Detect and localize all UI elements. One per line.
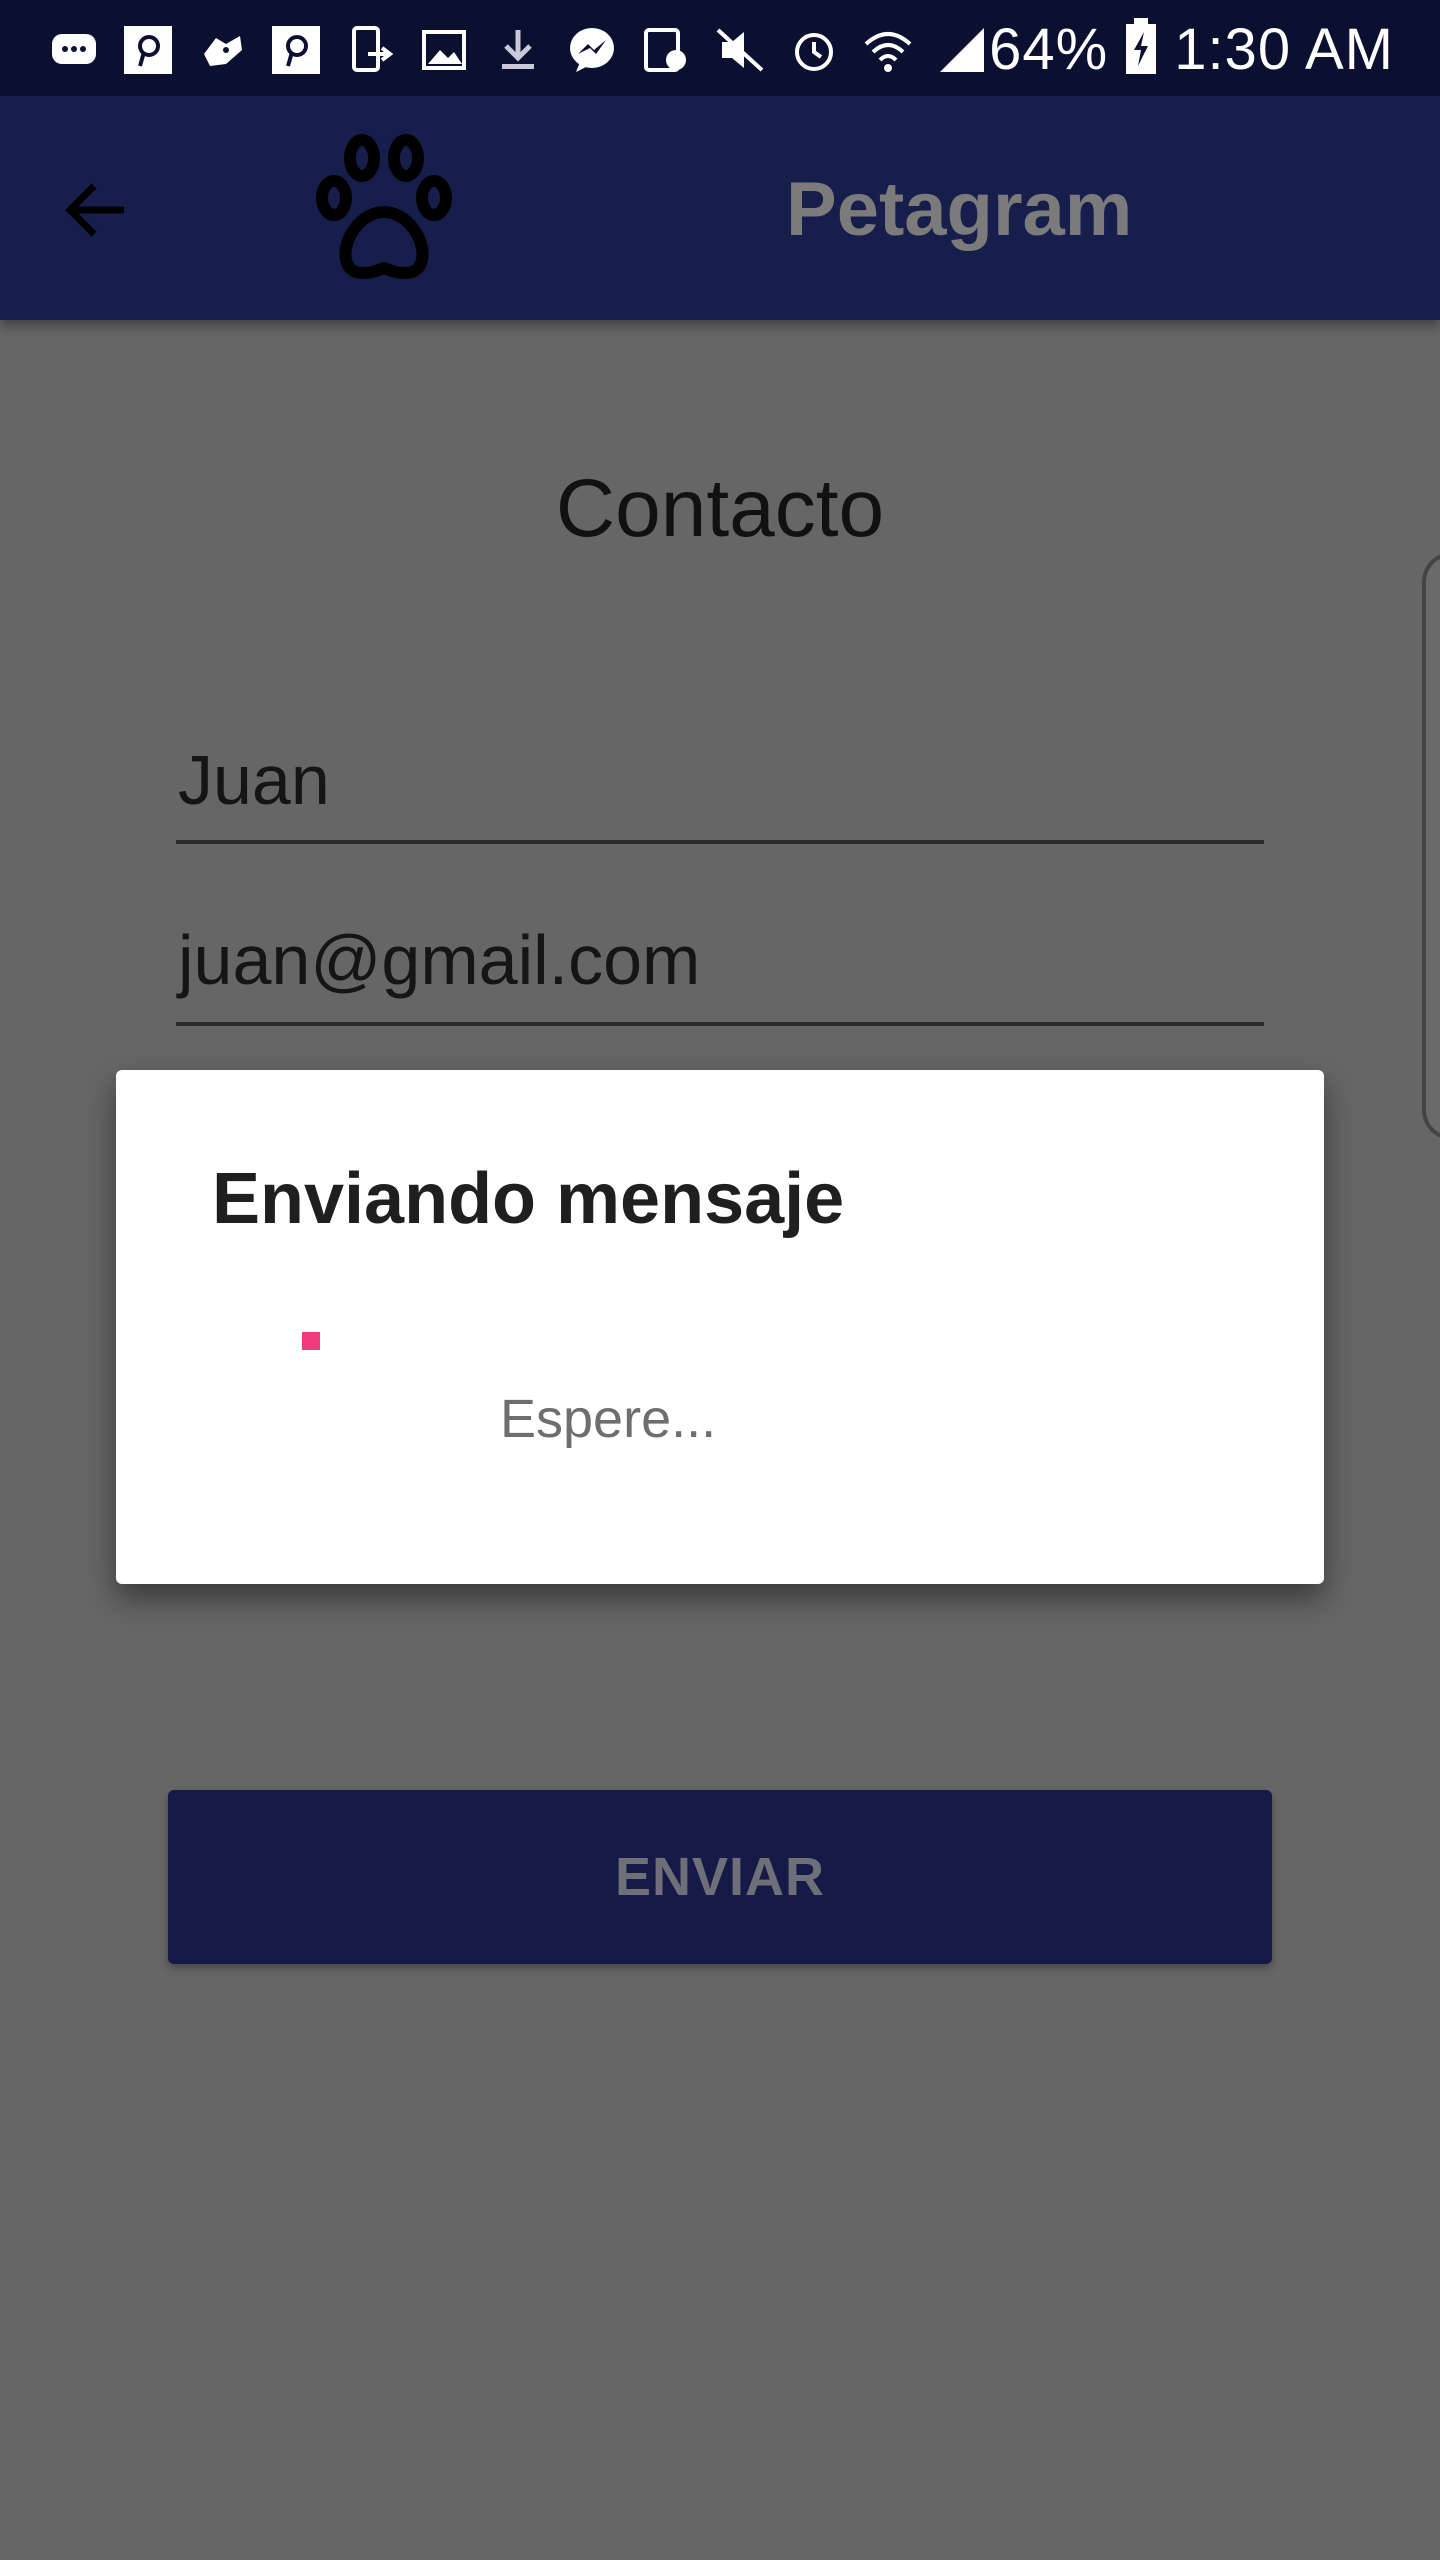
notification-icons xyxy=(48,22,988,78)
progress-dialog: Enviando mensaje Espere... xyxy=(116,1070,1324,1584)
pinterest-icon xyxy=(122,24,174,76)
send-button-label: ENVIAR xyxy=(614,1847,826,1907)
status-bar: 64% 1:30 AM xyxy=(0,0,1440,96)
email-field-underline xyxy=(176,1022,1264,1026)
messages-icon xyxy=(48,24,100,76)
email-field-value: juan@gmail.com xyxy=(178,921,701,999)
messenger-icon xyxy=(566,24,618,76)
gallery-icon xyxy=(418,24,470,76)
edge-panel-handle[interactable] xyxy=(1422,552,1440,1140)
app-bar: Petagram xyxy=(0,96,1440,320)
progress-spinner xyxy=(302,1332,320,1350)
paw-icon xyxy=(312,128,456,288)
name-field-underline xyxy=(176,840,1264,844)
arrow-back-icon xyxy=(65,183,124,237)
pinterest-icon xyxy=(270,24,322,76)
signal-icon xyxy=(936,24,988,76)
mute-icon xyxy=(714,24,766,76)
name-field[interactable]: Juan xyxy=(176,740,1264,848)
send-button[interactable]: ENVIAR xyxy=(168,1790,1272,1964)
wifi-icon xyxy=(862,24,914,76)
phone-transfer-icon xyxy=(344,24,396,76)
game-controller-icon xyxy=(196,24,248,76)
name-field-value: Juan xyxy=(178,741,330,819)
back-button[interactable] xyxy=(58,172,134,248)
download-icon xyxy=(492,24,544,76)
battery-percent: 64% xyxy=(989,16,1109,82)
app-title: Petagram xyxy=(786,167,1133,252)
email-field[interactable]: juan@gmail.com xyxy=(176,920,1264,1028)
dialog-message: Espere... xyxy=(500,1389,717,1449)
calendar-icon xyxy=(640,24,692,76)
battery-charging-icon xyxy=(1124,17,1158,81)
clock: 1:30 AM xyxy=(1174,16,1394,82)
alarm-icon xyxy=(788,24,840,76)
page-title: Contacto xyxy=(555,463,885,554)
status-right: 64% 1:30 AM xyxy=(989,14,1394,84)
dialog-title: Enviando mensaje xyxy=(212,1159,845,1239)
